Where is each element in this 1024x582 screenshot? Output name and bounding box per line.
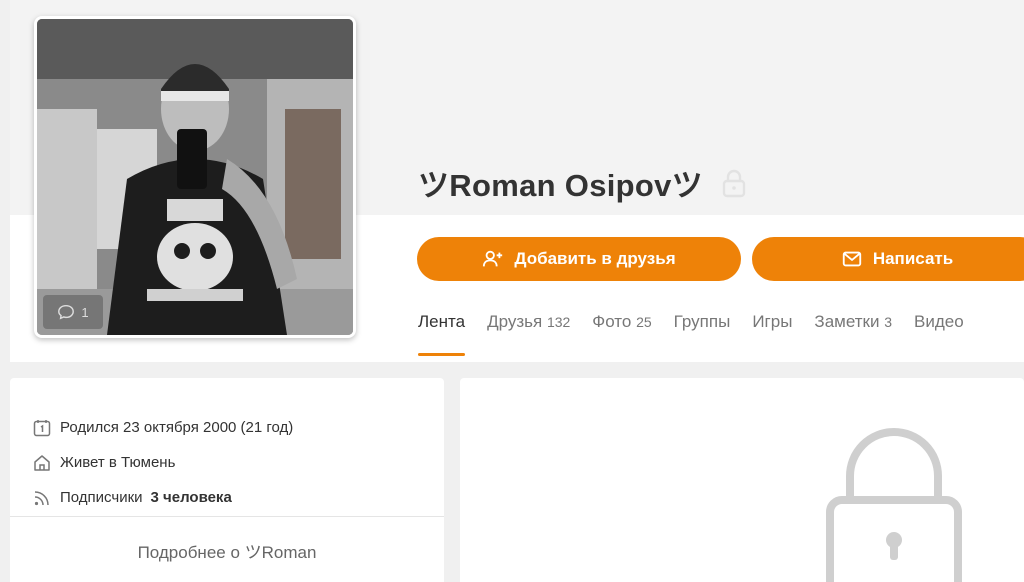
rss-icon bbox=[34, 490, 49, 505]
info-location: Живет в Тюмень bbox=[32, 445, 444, 480]
info-birthday: Родился 23 октября 2000 (21 год) bbox=[32, 410, 444, 445]
calendar-icon bbox=[33, 419, 51, 436]
tab-games[interactable]: Игры bbox=[752, 312, 792, 356]
tab-groups[interactable]: Группы bbox=[674, 312, 731, 356]
info-birthday-text: Родился 23 октября 2000 (21 год) bbox=[60, 419, 294, 436]
avatar[interactable]: 1 bbox=[34, 16, 356, 338]
write-message-button[interactable]: Написать bbox=[752, 237, 1024, 281]
tab-photos-count: 25 bbox=[636, 314, 652, 330]
feed-card bbox=[460, 378, 1024, 582]
add-friend-button[interactable]: Добавить в друзья bbox=[417, 237, 741, 281]
comment-icon bbox=[58, 304, 75, 320]
profile-name: ツRoman Osipovツ bbox=[418, 168, 703, 203]
envelope-icon bbox=[842, 251, 861, 267]
divider bbox=[10, 516, 444, 517]
add-friend-label: Добавить в друзья bbox=[514, 249, 676, 268]
user-plus-icon bbox=[483, 250, 503, 267]
lock-icon bbox=[722, 169, 746, 197]
info-subscribers-label: Подписчики bbox=[60, 489, 143, 506]
tab-feed[interactable]: Лента bbox=[418, 312, 466, 356]
tab-notes-count: 3 bbox=[884, 314, 892, 330]
about-list: Родился 23 октября 2000 (21 год) Живет в… bbox=[10, 378, 444, 515]
tab-friends[interactable]: Друзья 132 bbox=[487, 312, 570, 356]
home-icon bbox=[34, 454, 50, 471]
info-location-text: Живет в Тюмень bbox=[60, 454, 176, 471]
tab-notes[interactable]: Заметки 3 bbox=[814, 312, 892, 356]
about-card: Родился 23 октября 2000 (21 год) Живет в… bbox=[10, 378, 444, 582]
tab-video[interactable]: Видео bbox=[914, 312, 964, 356]
profile-name-row: ツRoman Osipovツ bbox=[418, 160, 747, 205]
profile-tabs: Лента Друзья 132 Фото 25 Группы Игры Зам… bbox=[418, 312, 964, 356]
avatar-photo bbox=[37, 19, 353, 335]
info-subscribers[interactable]: Подписчики 3 человека bbox=[32, 480, 444, 515]
more-about-link[interactable]: Подробнее о ツRoman bbox=[10, 538, 444, 563]
info-subscribers-value[interactable]: 3 человека bbox=[151, 489, 232, 506]
tab-photos[interactable]: Фото 25 bbox=[592, 312, 651, 356]
write-message-label: Написать bbox=[872, 249, 954, 268]
lock-icon bbox=[826, 428, 962, 582]
avatar-comments-count: 1 bbox=[81, 304, 89, 320]
avatar-comments-badge[interactable]: 1 bbox=[43, 295, 103, 329]
tab-friends-count: 132 bbox=[546, 314, 571, 330]
